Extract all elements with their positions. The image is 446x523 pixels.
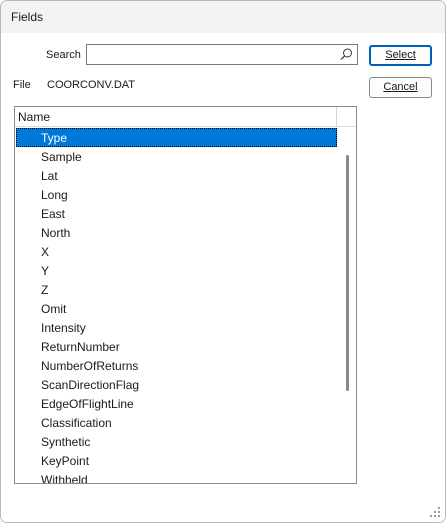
list-item-label: Long — [41, 188, 68, 202]
file-label: File — [13, 79, 31, 91]
list-item-label: North — [41, 226, 71, 240]
list-item[interactable]: North — [16, 223, 337, 242]
list-item[interactable]: NumberOfReturns — [16, 356, 337, 375]
list-item[interactable]: Intensity — [16, 318, 337, 337]
list-item[interactable]: Type — [16, 128, 337, 147]
list-item[interactable]: ScanDirectionFlag — [16, 375, 337, 394]
search-icon[interactable] — [339, 47, 354, 62]
list-item-label: Z — [41, 283, 49, 297]
scrollbar-thumb[interactable] — [346, 155, 349, 391]
list-item-label: EdgeOfFlightLine — [41, 397, 134, 411]
column-header-name[interactable]: Name — [15, 107, 337, 127]
list-item-label: Lat — [41, 169, 58, 183]
search-label: Search — [46, 49, 81, 61]
list-item-label: NumberOfReturns — [41, 359, 139, 373]
search-box[interactable] — [86, 44, 358, 65]
list-item[interactable]: Omit — [16, 299, 337, 318]
list-item-label: Intensity — [41, 321, 86, 335]
list-item[interactable]: Synthetic — [16, 432, 337, 451]
list-item-label: Synthetic — [41, 435, 91, 449]
select-button-label: Select — [385, 49, 416, 61]
list-item[interactable]: KeyPoint — [16, 451, 337, 470]
list-header: Name — [15, 107, 356, 127]
list-item-label: ScanDirectionFlag — [41, 378, 140, 392]
list-item-label: Sample — [41, 150, 82, 164]
window-title: Fields — [11, 10, 44, 24]
column-header-label: Name — [18, 110, 51, 124]
list-item-label: ReturnNumber — [41, 340, 120, 354]
cancel-button-label: Cancel — [383, 81, 418, 93]
fields-dialog: Fields Search File COORCONV.DAT Select C… — [0, 0, 446, 523]
list-item-label: KeyPoint — [41, 454, 90, 468]
list-item-label: Classification — [41, 416, 112, 430]
list-item[interactable]: Long — [16, 185, 337, 204]
title-bar: Fields — [1, 1, 445, 33]
list-item[interactable]: Y — [16, 261, 337, 280]
list-item[interactable]: Sample — [16, 147, 337, 166]
dialog-body: Search File COORCONV.DAT Select Cancel N… — [1, 33, 445, 522]
list-item[interactable]: Withheld — [16, 470, 337, 483]
cancel-button[interactable]: Cancel — [369, 77, 432, 98]
search-input[interactable] — [89, 46, 335, 63]
list-item[interactable]: East — [16, 204, 337, 223]
list-item[interactable]: Classification — [16, 413, 337, 432]
list-item[interactable]: Lat — [16, 166, 337, 185]
select-button[interactable]: Select — [369, 45, 432, 66]
list-item-label: Withheld — [41, 473, 88, 483]
list-item[interactable]: X — [16, 242, 337, 261]
list-item-label: X — [41, 245, 50, 259]
list-item[interactable]: EdgeOfFlightLine — [16, 394, 337, 413]
list-item-label: Y — [41, 264, 50, 278]
list-item-label: Omit — [41, 302, 67, 316]
list-item-label: East — [41, 207, 66, 221]
list-item[interactable]: ReturnNumber — [16, 337, 337, 356]
fields-list[interactable]: Name Type Sample Lat Long East North X Y Z Omit In… — [14, 106, 357, 484]
resize-grip-icon[interactable] — [430, 507, 441, 518]
list-rows: Type Sample Lat Long East North X Y Z Omit Intensi… — [16, 128, 337, 483]
vertical-scrollbar[interactable] — [340, 127, 356, 483]
list-item[interactable]: Z — [16, 280, 337, 299]
file-name-value: COORCONV.DAT — [47, 79, 136, 91]
list-item-label: Type — [41, 131, 68, 145]
